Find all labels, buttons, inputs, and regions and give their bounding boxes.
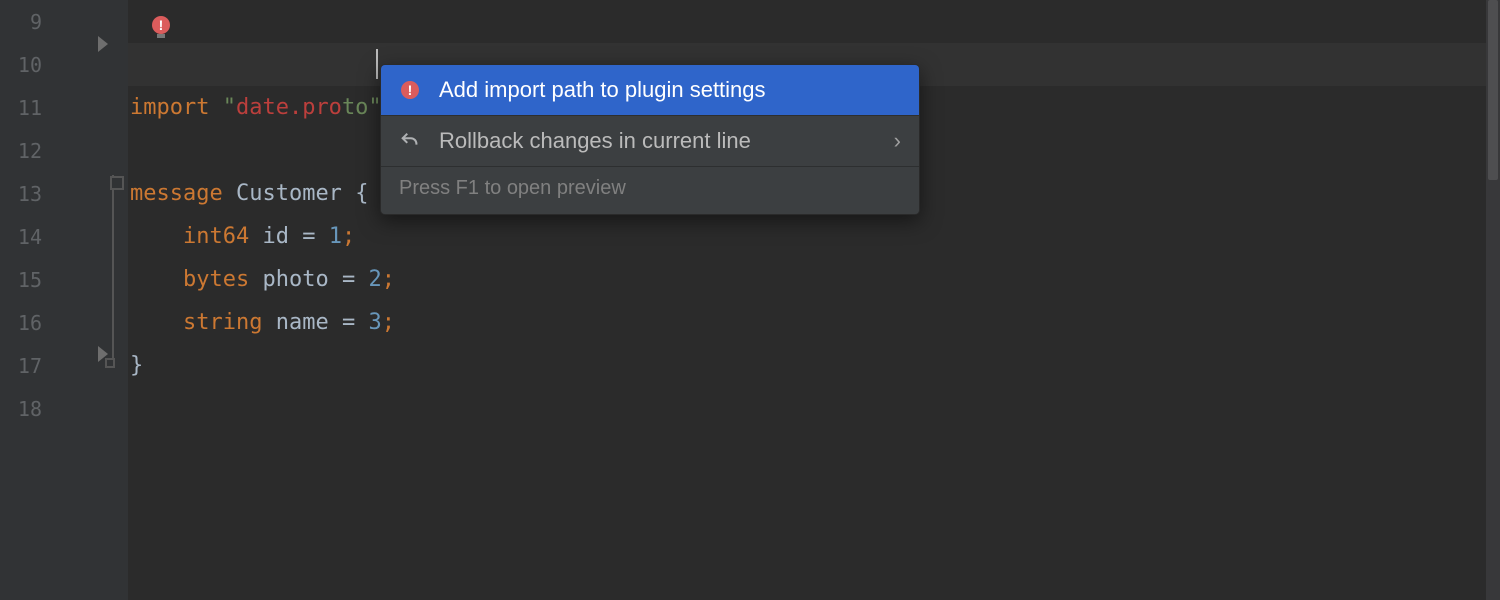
intention-popup: ! Add import path to plugin settings Rol…: [380, 64, 920, 215]
text-caret: [376, 49, 378, 79]
assign-op: =: [342, 310, 369, 335]
indent: [130, 224, 183, 249]
gutter-line: 9: [0, 0, 128, 43]
indent: [130, 267, 183, 292]
assign-op: =: [302, 224, 329, 249]
gutter-line: 12: [0, 129, 128, 172]
gutter-line: 18: [0, 387, 128, 430]
brace-open: {: [355, 181, 368, 206]
popup-hint: Press F1 to open preview: [381, 167, 919, 214]
line-number: 12: [18, 139, 128, 163]
field-name: name: [276, 310, 342, 335]
field-tag: 3: [368, 310, 381, 335]
gutter: 9 10 11 12 13 14 15 16 17 18: [0, 0, 128, 600]
code-line[interactable]: }: [128, 344, 1500, 387]
line-number: 10: [18, 53, 128, 77]
scrollbar-thumb[interactable]: [1488, 0, 1498, 180]
fold-region-start-icon[interactable]: [112, 175, 126, 361]
string-tail: to": [342, 95, 382, 120]
import-path-error: date.pro: [236, 95, 342, 120]
gutter-line: 11: [0, 86, 128, 129]
code-line[interactable]: int64 id = 1 ;: [128, 215, 1500, 258]
field-type: int64: [183, 224, 262, 249]
intention-item-add-import-path[interactable]: ! Add import path to plugin settings: [381, 65, 919, 115]
string-quote: ": [223, 95, 236, 120]
code-line[interactable]: [128, 387, 1500, 430]
indent: [130, 310, 183, 335]
gutter-line: 15: [0, 258, 128, 301]
keyword-import: import: [130, 95, 223, 120]
fold-expand-icon[interactable]: [98, 36, 108, 52]
field-name: id: [262, 224, 302, 249]
assign-op: =: [342, 267, 369, 292]
code-line[interactable]: bytes photo = 2 ;: [128, 258, 1500, 301]
line-number: 9: [30, 10, 128, 34]
intention-bulb-icon[interactable]: !: [152, 16, 170, 34]
gutter-line: 10: [0, 43, 128, 86]
intention-item-rollback[interactable]: Rollback changes in current line ›: [381, 116, 919, 166]
field-tag: 2: [368, 267, 381, 292]
field-name: photo: [262, 267, 341, 292]
field-tag: 1: [329, 224, 342, 249]
line-number: 18: [18, 397, 128, 421]
chevron-right-icon: ›: [894, 128, 901, 154]
code-line[interactable]: string name = 3 ;: [128, 301, 1500, 344]
vertical-scrollbar[interactable]: [1486, 0, 1500, 600]
code-line[interactable]: [128, 0, 1500, 43]
line-number: 11: [18, 96, 128, 120]
gutter-line: 16: [0, 301, 128, 344]
intention-label: Rollback changes in current line: [439, 128, 751, 154]
undo-icon: [399, 128, 421, 154]
type-name: Customer: [236, 181, 355, 206]
fold-region-end-icon[interactable]: [112, 358, 126, 368]
keyword-message: message: [130, 181, 236, 206]
error-bulb-icon: !: [399, 77, 421, 103]
gutter-line: 14: [0, 215, 128, 258]
intention-label: Add import path to plugin settings: [439, 77, 766, 103]
field-type: bytes: [183, 267, 262, 292]
semicolon: ;: [342, 224, 355, 249]
semicolon: ;: [382, 310, 395, 335]
brace-close: }: [130, 353, 143, 378]
field-type: string: [183, 310, 276, 335]
semicolon: ;: [382, 267, 395, 292]
